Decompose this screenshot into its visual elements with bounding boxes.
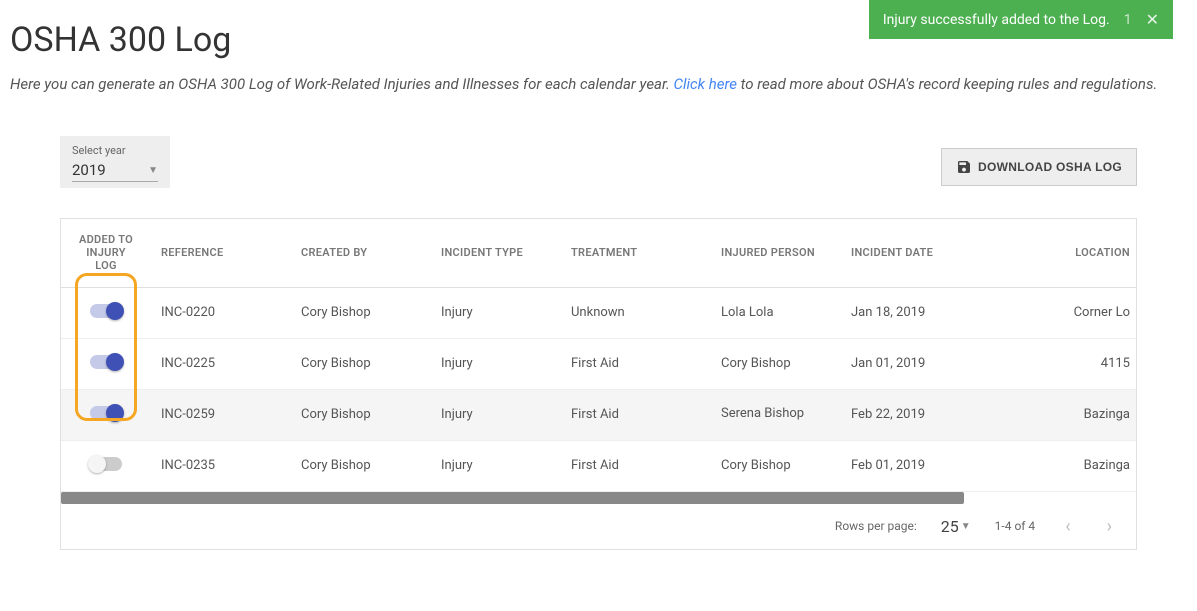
location-cell: 4115 — [981, 338, 1136, 389]
table-footer: Rows per page: 25 ▼ 1-4 of 4 ‹ › — [61, 504, 1136, 549]
table-row: INC-0259Cory BishopInjuryFirst AidSerena… — [61, 389, 1136, 440]
incident-date-cell: Jan 18, 2019 — [841, 287, 981, 338]
year-select-value: 2019 — [72, 161, 106, 179]
rows-per-page-select[interactable]: 25 ▼ — [941, 517, 971, 536]
subtitle-text-post: to read more about OSHA's record keeping… — [737, 75, 1157, 93]
prev-page-button[interactable]: ‹ — [1059, 516, 1076, 537]
col-added-to-log: ADDED TO INJURY LOG — [61, 219, 151, 287]
reference-cell: INC-0220 — [151, 287, 291, 338]
created-by-cell: Cory Bishop — [291, 338, 431, 389]
page-subtitle: Here you can generate an OSHA 300 Log of… — [10, 72, 1187, 96]
reference-cell: INC-0225 — [151, 338, 291, 389]
download-osha-log-button[interactable]: DOWNLOAD OSHA LOG — [941, 148, 1137, 186]
injured-person-cell: Lola Lola — [711, 287, 841, 338]
added-to-log-toggle[interactable] — [90, 304, 122, 318]
toggle-cell — [61, 389, 151, 440]
injured-person-cell: Serena Bishop — [711, 389, 841, 440]
toast-count: 1 — [1124, 12, 1132, 28]
toggle-cell — [61, 338, 151, 389]
next-page-button[interactable]: › — [1101, 516, 1118, 537]
incident-date-cell: Jan 01, 2019 — [841, 338, 981, 389]
treatment-cell: First Aid — [561, 440, 711, 491]
year-select-label: Select year — [72, 144, 158, 157]
subtitle-link[interactable]: Click here — [674, 75, 737, 93]
save-icon — [956, 159, 972, 175]
table-row: INC-0225Cory BishopInjuryFirst AidCory B… — [61, 338, 1136, 389]
location-cell: Corner Lo — [981, 287, 1136, 338]
added-to-log-toggle[interactable] — [90, 355, 122, 369]
toggle-cell — [61, 440, 151, 491]
pagination-range: 1-4 of 4 — [995, 519, 1036, 533]
treatment-cell: First Aid — [561, 389, 711, 440]
created-by-cell: Cory Bishop — [291, 389, 431, 440]
chevron-down-icon: ▼ — [148, 165, 158, 176]
incident-type-cell: Injury — [431, 338, 561, 389]
reference-cell: INC-0235 — [151, 440, 291, 491]
incident-date-cell: Feb 01, 2019 — [841, 440, 981, 491]
reference-cell: INC-0259 — [151, 389, 291, 440]
toast-message: Injury successfully added to the Log. — [883, 12, 1110, 28]
incident-type-cell: Injury — [431, 287, 561, 338]
subtitle-text-pre: Here you can generate an OSHA 300 Log of… — [10, 75, 674, 93]
added-to-log-toggle[interactable] — [90, 457, 122, 471]
col-treatment: TREATMENT — [561, 219, 711, 287]
table-row: INC-0220Cory BishopInjuryUnknownLola Lol… — [61, 287, 1136, 338]
treatment-cell: First Aid — [561, 338, 711, 389]
success-toast: Injury successfully added to the Log. 1 … — [869, 0, 1173, 39]
col-incident-date: INCIDENT DATE — [841, 219, 981, 287]
col-created-by: CREATED BY — [291, 219, 431, 287]
treatment-cell: Unknown — [561, 287, 711, 338]
horizontal-scrollbar[interactable] — [61, 492, 1136, 504]
created-by-cell: Cory Bishop — [291, 440, 431, 491]
col-location: LOCATION — [981, 219, 1136, 287]
col-injured-person: INJURED PERSON — [711, 219, 841, 287]
incident-type-cell: Injury — [431, 440, 561, 491]
incident-type-cell: Injury — [431, 389, 561, 440]
chevron-down-icon: ▼ — [961, 521, 971, 532]
injured-person-cell: Cory Bishop — [711, 440, 841, 491]
toggle-cell — [61, 287, 151, 338]
injury-log-table: ADDED TO INJURY LOG REFERENCE CREATED BY… — [60, 218, 1137, 550]
location-cell: Bazinga — [981, 440, 1136, 491]
injured-person-cell: Cory Bishop — [711, 338, 841, 389]
table-row: INC-0235Cory BishopInjuryFirst AidCory B… — [61, 440, 1136, 491]
created-by-cell: Cory Bishop — [291, 287, 431, 338]
col-incident-type: INCIDENT TYPE — [431, 219, 561, 287]
year-select[interactable]: Select year 2019 ▼ — [60, 136, 170, 188]
incident-date-cell: Feb 22, 2019 — [841, 389, 981, 440]
rows-per-page-label: Rows per page: — [835, 519, 917, 533]
col-reference: REFERENCE — [151, 219, 291, 287]
location-cell: Bazinga — [981, 389, 1136, 440]
download-button-label: DOWNLOAD OSHA LOG — [978, 160, 1122, 174]
toast-close-icon[interactable]: ✕ — [1146, 10, 1159, 29]
rows-per-page-value: 25 — [941, 517, 959, 536]
added-to-log-toggle[interactable] — [90, 406, 122, 420]
